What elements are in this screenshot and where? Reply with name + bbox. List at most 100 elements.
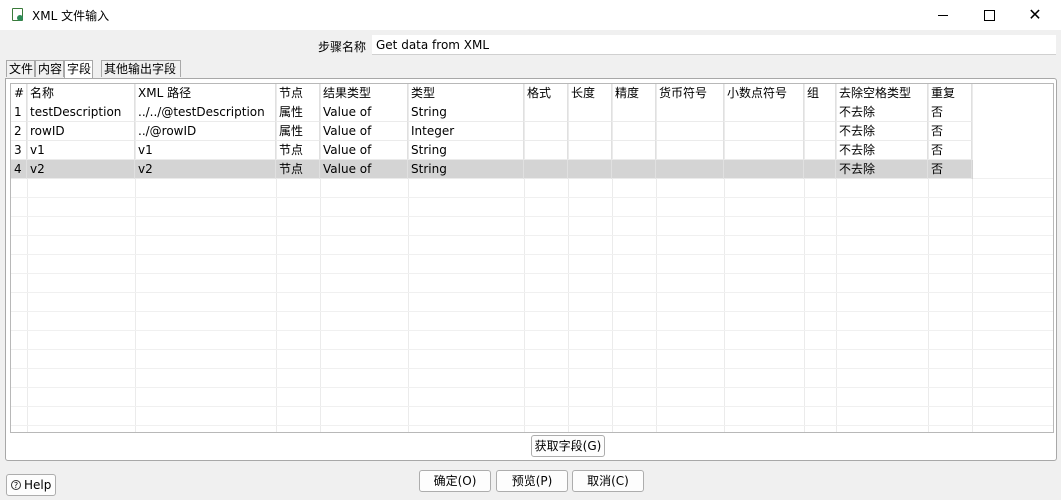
cell-name[interactable]: v1	[27, 141, 135, 160]
column-header[interactable]: 结果类型	[320, 84, 408, 103]
cell-repeat[interactable]: 否	[928, 103, 972, 122]
grid-line	[11, 254, 1053, 255]
cell-currency[interactable]	[656, 122, 724, 141]
column-header[interactable]: 类型	[408, 84, 524, 103]
cell-node[interactable]: 节点	[276, 160, 320, 179]
cell-decimal[interactable]	[724, 103, 804, 122]
cell-name[interactable]: v2	[27, 160, 135, 179]
table-row[interactable]: 2 rowID ../@rowID 属性 Value of Integer 不去…	[11, 122, 973, 141]
cell-format[interactable]	[524, 122, 568, 141]
tab-content[interactable]: 内容	[35, 60, 64, 77]
step-name-input[interactable]	[372, 35, 1056, 55]
help-button[interactable]: ? Help	[6, 474, 56, 496]
cell-result-type[interactable]: Value of	[320, 122, 408, 141]
cell-trim-type[interactable]: 不去除	[836, 160, 928, 179]
window-title: XML 文件输入	[32, 9, 110, 23]
cell-trim-type[interactable]: 不去除	[836, 103, 928, 122]
ok-button[interactable]: 确定(O)	[419, 470, 491, 492]
get-fields-button[interactable]: 获取字段(G)	[531, 435, 605, 457]
cell-trim-type[interactable]: 不去除	[836, 122, 928, 141]
cell-decimal[interactable]	[724, 122, 804, 141]
cell-decimal[interactable]	[724, 160, 804, 179]
cell-group[interactable]	[804, 160, 836, 179]
grid-line	[11, 216, 1053, 217]
cell-format[interactable]	[524, 103, 568, 122]
column-header[interactable]: 长度	[568, 84, 612, 103]
cell-xml-path[interactable]: v2	[135, 160, 276, 179]
cancel-button[interactable]: 取消(C)	[572, 470, 644, 492]
cell-length[interactable]	[568, 103, 612, 122]
cell-result-type[interactable]: Value of	[320, 160, 408, 179]
cell-precision[interactable]	[612, 160, 656, 179]
cell-length[interactable]	[568, 141, 612, 160]
column-header[interactable]: 重复	[928, 84, 972, 103]
table-row[interactable]: 3 v1 v1 节点 Value of String 不去除 否	[11, 141, 973, 160]
row-number: 1	[11, 103, 27, 122]
close-button[interactable]: ✕	[1012, 0, 1058, 30]
cell-format[interactable]	[524, 141, 568, 160]
cell-type[interactable]: String	[408, 160, 524, 179]
cell-xml-path[interactable]: v1	[135, 141, 276, 160]
cell-group[interactable]	[804, 103, 836, 122]
cell-xml-path[interactable]: ../../@testDescription	[135, 103, 276, 122]
tab-other-output-fields[interactable]: 其他输出字段	[101, 60, 181, 77]
cell-precision[interactable]	[612, 141, 656, 160]
cell-type[interactable]: String	[408, 103, 524, 122]
column-header[interactable]: 精度	[612, 84, 656, 103]
cell-node[interactable]: 节点	[276, 141, 320, 160]
cell-repeat[interactable]: 否	[928, 122, 972, 141]
cell-result-type[interactable]: Value of	[320, 141, 408, 160]
minimize-icon	[938, 14, 948, 16]
cell-name[interactable]: rowID	[27, 122, 135, 141]
cell-precision[interactable]	[612, 122, 656, 141]
grid-line	[11, 273, 1053, 274]
grid-line	[11, 368, 1053, 369]
cell-currency[interactable]	[656, 141, 724, 160]
cell-precision[interactable]	[612, 103, 656, 122]
preview-button[interactable]: 预览(P)	[496, 470, 568, 492]
step-name-label: 步骤名称	[318, 40, 367, 54]
minimize-button[interactable]	[920, 0, 966, 30]
cell-result-type[interactable]: Value of	[320, 103, 408, 122]
cell-format[interactable]	[524, 160, 568, 179]
cell-name[interactable]: testDescription	[27, 103, 135, 122]
grid-line	[11, 387, 1053, 388]
tab-file[interactable]: 文件	[6, 60, 35, 77]
column-header[interactable]: 名称	[27, 84, 135, 103]
cell-node[interactable]: 属性	[276, 122, 320, 141]
column-header[interactable]: 格式	[524, 84, 568, 103]
cell-length[interactable]	[568, 122, 612, 141]
cell-trim-type[interactable]: 不去除	[836, 141, 928, 160]
maximize-button[interactable]	[966, 0, 1012, 30]
fields-table[interactable]: # 名称 XML 路径 节点 结果类型 类型 格式 长度 精度 货币符号 小数点…	[10, 83, 1054, 433]
fields-panel: # 名称 XML 路径 节点 结果类型 类型 格式 长度 精度 货币符号 小数点…	[5, 78, 1057, 461]
cell-xml-path[interactable]: ../@rowID	[135, 122, 276, 141]
grid-line	[11, 292, 1053, 293]
cell-type[interactable]: Integer	[408, 122, 524, 141]
cell-currency[interactable]	[656, 103, 724, 122]
table-row-selected[interactable]: 4 v2 v2 节点 Value of String 不去除 否	[11, 160, 973, 179]
column-header[interactable]: 节点	[276, 84, 320, 103]
row-number: 3	[11, 141, 27, 160]
table-row[interactable]: 1 testDescription ../../@testDescription…	[11, 103, 973, 122]
cell-length[interactable]	[568, 160, 612, 179]
column-header[interactable]: XML 路径	[135, 84, 276, 103]
tab-fields[interactable]: 字段	[64, 60, 93, 78]
cell-repeat[interactable]: 否	[928, 141, 972, 160]
cell-repeat[interactable]: 否	[928, 160, 972, 179]
close-icon: ✕	[1028, 5, 1042, 24]
column-header[interactable]: 货币符号	[656, 84, 724, 103]
grid-line	[11, 311, 1053, 312]
grid-line	[11, 425, 1053, 426]
cell-group[interactable]	[804, 122, 836, 141]
column-header[interactable]: 去除空格类型	[836, 84, 928, 103]
cell-node[interactable]: 属性	[276, 103, 320, 122]
column-header[interactable]: 小数点符号	[724, 84, 804, 103]
cell-decimal[interactable]	[724, 141, 804, 160]
column-header[interactable]: #	[11, 84, 27, 103]
cell-type[interactable]: String	[408, 141, 524, 160]
cell-currency[interactable]	[656, 160, 724, 179]
cell-group[interactable]	[804, 141, 836, 160]
column-header[interactable]: 组	[804, 84, 836, 103]
help-label: Help	[24, 478, 52, 492]
